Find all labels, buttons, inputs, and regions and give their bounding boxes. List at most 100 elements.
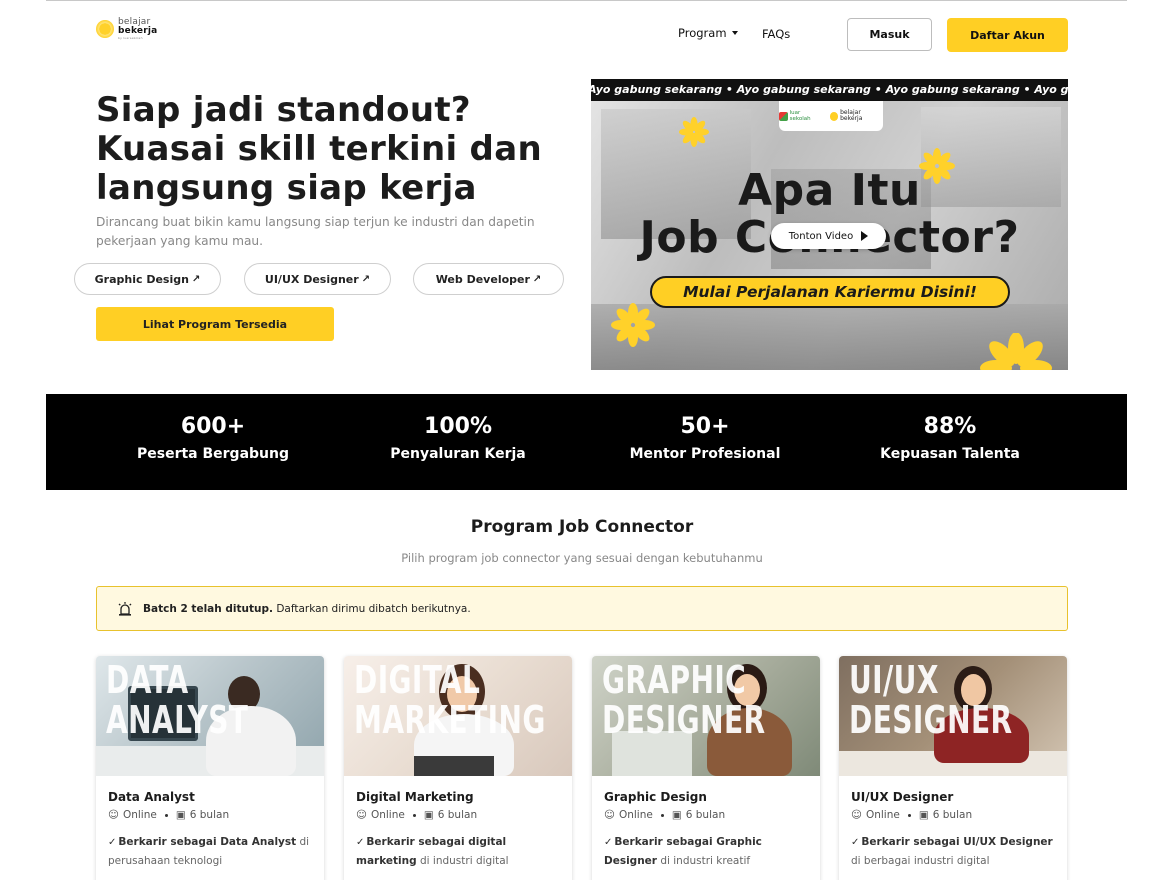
stat-label: Peserta Bergabung (136, 446, 290, 462)
logo-left-label: luar sekolah (789, 110, 811, 122)
separator-dot (660, 813, 664, 817)
sun-logo-icon (96, 20, 114, 38)
program-card-data-analyst[interactable]: DATA ANALYST Data Analyst ☺ Online ▣ 6 bulan… (96, 656, 324, 880)
check-icon: ✓ (851, 837, 860, 848)
luarsekolah-logo-icon (779, 111, 788, 121)
stat-value: 88% (923, 414, 977, 439)
image-title-line: MARKETING (354, 698, 546, 742)
stat-label: Kepuasan Talenta (880, 446, 1020, 462)
navbar: belajar bekerja by luarsekolah Program F… (96, 14, 1068, 54)
nav-faq-link[interactable]: FAQs (762, 27, 790, 41)
program-card-uiux-designer[interactable]: UI/UX DESIGNER UI/UX Designer ☺ Online ▣ 6 b… (839, 656, 1067, 880)
chevron-down-icon (731, 31, 738, 35)
nav-program-dropdown[interactable]: Program (678, 26, 738, 40)
flower-icon (611, 303, 655, 347)
image-title-line: DATA (106, 658, 189, 702)
program-title: Data Analyst (108, 790, 195, 804)
brand-line-2: bekerja (118, 26, 158, 36)
view-programs-button[interactable]: Lihat Program Tersedia (96, 307, 334, 341)
brand-logo[interactable]: belajar bekerja by luarsekolah (96, 18, 157, 40)
program-card-digital-marketing[interactable]: DIGITAL MARKETING Digital Marketing ☺ Onli… (344, 656, 572, 880)
flower-icon (980, 333, 1052, 370)
stat-participants: 600+ Peserta Bergabung (113, 412, 313, 464)
user-icon: ☺ (604, 809, 615, 821)
user-icon: ☺ (356, 809, 367, 821)
program-chips: Graphic Design ↗ UI/UX Designer ↗ Web Deve… (74, 263, 566, 295)
calendar-icon: ▣ (918, 809, 929, 821)
program-title: Graphic Design (604, 790, 707, 804)
program-mode: Online (865, 809, 900, 821)
user-icon: ☺ (108, 809, 119, 821)
stat-satisfaction: 88% Kepuasan Talenta (850, 412, 1050, 464)
separator-dot (164, 813, 168, 817)
check-icon: ✓ (108, 837, 117, 848)
chip-web-developer[interactable]: Web Developer ↗ (413, 263, 564, 295)
program-feature: ✓ Berkarir sebagai digital marketing di i… (356, 833, 566, 870)
image-title-line: DESIGNER (602, 698, 766, 742)
program-meta: ☺ Online ▣ 6 bulan (356, 809, 477, 821)
program-feature: ✓ Berkarir sebagai Data Analyst di perusa… (108, 833, 318, 870)
program-image: UI/UX DESIGNER (839, 656, 1067, 776)
stat-mentors: 50+ Mentor Profesional (605, 412, 805, 464)
program-mode: Online (122, 809, 157, 821)
chip-graphic-design[interactable]: Graphic Design ↗ (74, 263, 221, 295)
feature-highlight: Berkarir sebagai UI/UX Designer (861, 836, 1053, 848)
program-title: Digital Marketing (356, 790, 474, 804)
alert-title: Batch 2 telah ditutup. (143, 602, 273, 615)
program-card-graphic-design[interactable]: GRAPHIC DESIGNER Graphic Design ☺ Online ▣ 6… (592, 656, 820, 880)
stat-label: Penyaluran Kerja (390, 446, 526, 462)
image-title-line: GRAPHIC (602, 658, 747, 702)
program-meta: ☺ Online ▣ 6 bulan (108, 809, 229, 821)
marquee-band: Ayo gabung sekarang • Ayo gabung sekaran… (591, 79, 1068, 101)
stat-label: Mentor Profesional (629, 446, 781, 462)
flower-icon (679, 117, 709, 147)
chip-label: UI/UX Designer (264, 272, 359, 286)
program-duration: 6 bulan (189, 809, 230, 821)
separator-dot (907, 813, 911, 817)
sun-logo-icon (829, 111, 839, 121)
chip-label: Web Developer (435, 272, 530, 286)
image-title-line: UI/UX (849, 658, 939, 702)
hero-title: Siap jadi standout? Kuasai skill terkini… (96, 91, 566, 208)
program-meta: ☺ Online ▣ 6 bulan (604, 809, 725, 821)
laptop (414, 756, 494, 776)
top-divider (46, 0, 1127, 1)
separator-dot (412, 813, 416, 817)
brand-wordmark: belajar bekerja by luarsekolah (118, 18, 158, 41)
calendar-icon: ▣ (175, 809, 186, 821)
arrow-up-right-icon: ↗ (361, 273, 371, 285)
calendar-icon: ▣ (423, 809, 434, 821)
watch-video-button[interactable]: Tonton Video (771, 223, 886, 249)
program-image-title: DATA ANALYST (106, 660, 248, 740)
feature-text: di industri digital (416, 855, 509, 867)
nav-program-label: Program (678, 26, 727, 40)
chip-uiux-designer[interactable]: UI/UX Designer ↗ (244, 263, 391, 295)
program-feature: ✓ Berkarir sebagai Graphic Designer di in… (604, 833, 814, 870)
program-image: DIGITAL MARKETING (344, 656, 572, 776)
check-icon: ✓ (604, 837, 613, 848)
batch-alert: Batch 2 telah ditutup. Daftarkan dirimu … (96, 586, 1068, 631)
marquee-text: Ayo gabung sekarang • Ayo gabung sekaran… (591, 83, 1068, 96)
login-button[interactable]: Masuk (847, 18, 932, 51)
section-subtitle: Pilih program job connector yang sesuai … (401, 551, 763, 565)
program-meta: ☺ Online ▣ 6 bulan (851, 809, 972, 821)
intro-video-thumbnail[interactable]: Ayo gabung sekarang • Ayo gabung sekaran… (591, 79, 1068, 370)
video-subtitle: Mulai Perjalanan Kariermu Disini! (650, 276, 1010, 308)
program-duration: 6 bulan (932, 809, 973, 821)
chip-label: Graphic Design (94, 272, 189, 286)
image-title-line: DIGITAL (354, 658, 481, 702)
program-title: UI/UX Designer (851, 790, 954, 804)
program-image-title: GRAPHIC DESIGNER (602, 660, 766, 740)
program-image: DATA ANALYST (96, 656, 324, 776)
alarm-icon (118, 601, 132, 616)
hero-title-line: langsung siap kerja (96, 168, 477, 208)
arrow-up-right-icon: ↗ (532, 273, 542, 285)
brand-line-3: by luarsekolah (118, 36, 143, 40)
image-title-line: DESIGNER (849, 698, 1013, 742)
logo-right-label: belajar bekerja (840, 109, 863, 122)
calendar-icon: ▣ (671, 809, 682, 821)
program-mode: Online (618, 809, 653, 821)
register-button[interactable]: Daftar Akun (947, 18, 1068, 52)
stat-value: 600+ (180, 414, 246, 439)
luarsekolah-logo: luar sekolah (779, 110, 822, 122)
